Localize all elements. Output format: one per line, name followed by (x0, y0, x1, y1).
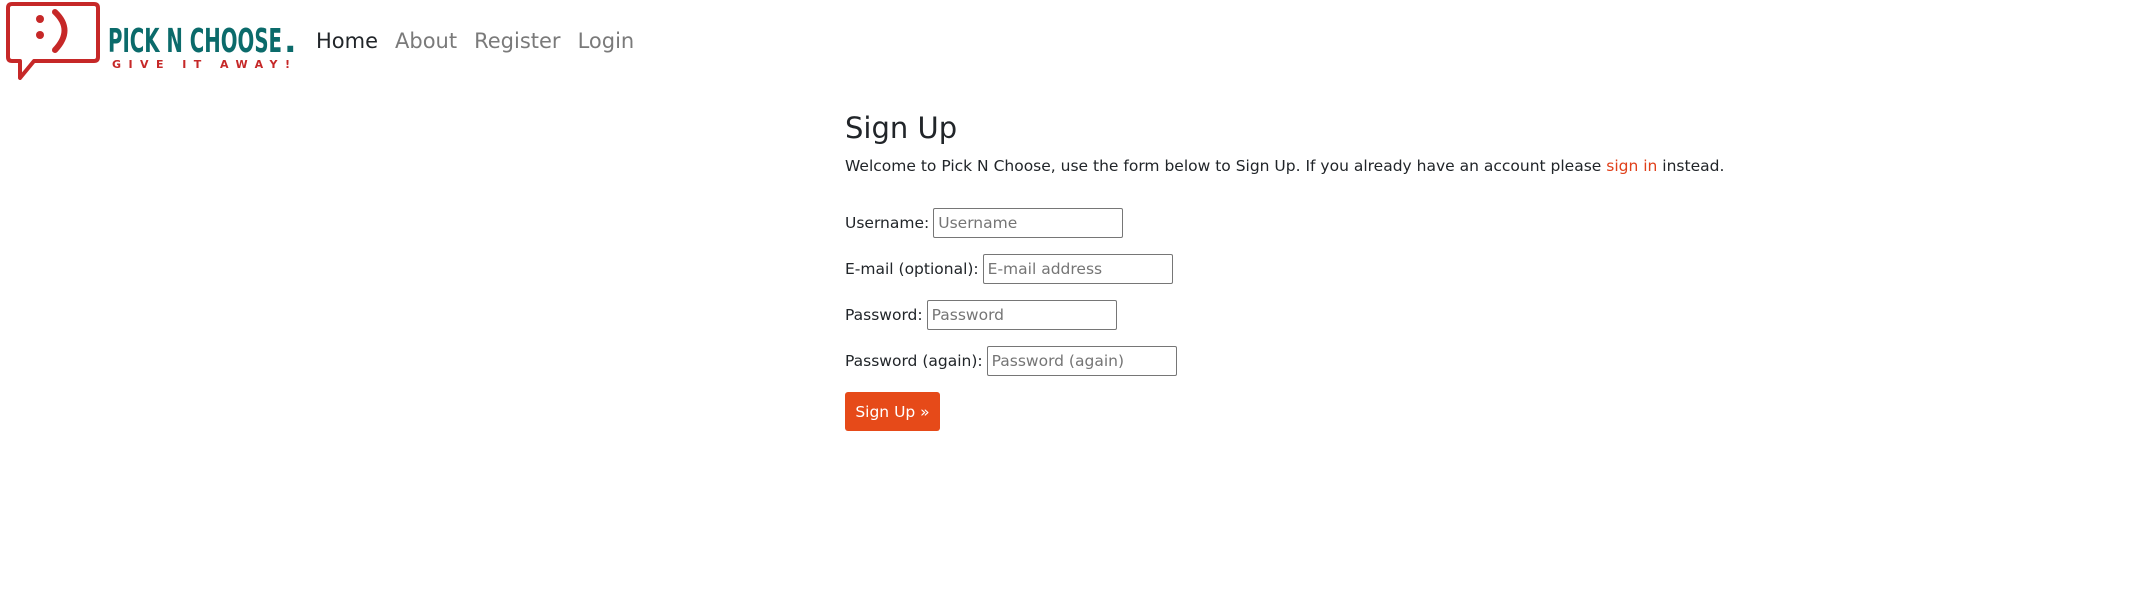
username-label: Username: (845, 214, 930, 232)
intro-text-before: Welcome to Pick N Choose, use the form b… (845, 157, 1607, 175)
nav-register[interactable]: Register (474, 27, 560, 55)
password-again-input[interactable] (986, 346, 1177, 376)
intro-text-after: instead. (1657, 157, 1725, 175)
password-row: Password: (845, 300, 1117, 330)
sign-up-button[interactable]: Sign Up » (845, 392, 940, 431)
username-input[interactable] (933, 208, 1124, 238)
email-label: E-mail (optional): (845, 260, 979, 278)
nav-home[interactable]: Home (316, 27, 378, 55)
navbar: PICK N CHOOSE . GIVE IT AWAY! Home About… (0, 0, 2136, 82)
intro-text: Welcome to Pick N Choose, use the form b… (845, 155, 1724, 177)
nav-login[interactable]: Login (578, 27, 635, 55)
brand-name: PICK N CHOOSE (108, 21, 282, 60)
password-input[interactable] (926, 300, 1117, 330)
password-label: Password: (845, 306, 923, 324)
nav-about[interactable]: About (395, 27, 457, 55)
brand-logo-link[interactable]: PICK N CHOOSE . GIVE IT AWAY! (4, 2, 294, 80)
password-again-label: Password (again): (845, 352, 983, 370)
sign-in-link[interactable]: sign in (1606, 157, 1657, 175)
signup-section: Sign Up Welcome to Pick N Choose, use th… (845, 108, 1745, 431)
logo-icon: PICK N CHOOSE . GIVE IT AWAY! (6, 2, 294, 80)
username-row: Username: (845, 208, 1124, 238)
email-input[interactable] (982, 254, 1173, 284)
main-nav: Home About Register Login (316, 27, 651, 55)
password-again-row: Password (again): (845, 346, 1177, 376)
brand-dot: . (284, 21, 294, 60)
page-title: Sign Up (845, 111, 958, 145)
email-row: E-mail (optional): (845, 254, 1173, 284)
